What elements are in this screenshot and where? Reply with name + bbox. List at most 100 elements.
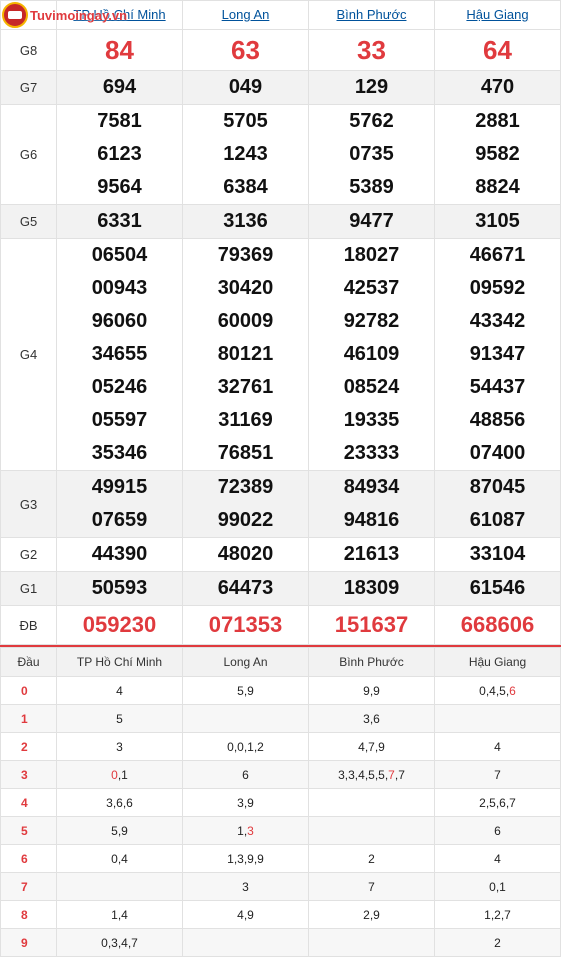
loto-tail-digits: ,1: [117, 767, 128, 782]
loto-head-digit: 1: [0, 704, 57, 733]
loto-tail-digits: 4: [494, 739, 501, 754]
prize-number: 8824: [475, 176, 520, 198]
loto-cell: 6: [434, 816, 561, 845]
prize-cell: 7581 6123 9564: [56, 104, 183, 205]
prize-label: ĐB: [0, 605, 57, 645]
prize-number: 18027: [343, 244, 400, 266]
prize-cell: 6331: [56, 204, 183, 239]
prize-number: 46671: [469, 244, 526, 266]
province-link-haugiang[interactable]: Hậu Giang: [466, 7, 528, 22]
prize-number: 84934: [343, 476, 400, 498]
prize-cell: 46671 09592 43342 91347 54437 48856 07400: [434, 238, 561, 471]
prize-cell: 50593: [56, 571, 183, 606]
loto-tail-digits: 3,3,4,5,5,: [338, 767, 389, 782]
prize-number: 33104: [469, 543, 526, 565]
loto-row: 9 0,3,4,7 2: [0, 928, 561, 957]
loto-cell: [308, 816, 435, 845]
loto-row: 8 1,4 4,9 2,9 1,2,7: [0, 900, 561, 929]
prize-number: 470: [480, 76, 515, 98]
prize-number: 151637: [334, 612, 409, 637]
loto-tail-digits: 0,1: [489, 879, 506, 894]
loto-head-digit: 0: [0, 676, 57, 705]
loto-cell: 0,1: [434, 872, 561, 901]
loto-tail-digits: ,7: [394, 767, 405, 782]
loto-tail-digits: 0: [111, 767, 118, 782]
logo-text: Tuvimoingay.vn: [30, 7, 128, 23]
loto-cell: 2: [308, 844, 435, 873]
prize-number: 7581: [97, 110, 142, 132]
prize-row-g4: G4 06504 00943 96060 34655 05246 05597 35346 793…: [0, 238, 561, 471]
prize-number: 21613: [343, 543, 400, 565]
prize-cell: 5705 1243 6384: [182, 104, 309, 205]
prize-number: 23333: [343, 442, 400, 464]
loto-tail-digits: 2,5,6,7: [479, 795, 516, 810]
prize-number: 35346: [91, 442, 148, 464]
loto-cell: 1,3,9,9: [182, 844, 309, 873]
province-header: Bình Phước: [308, 0, 435, 30]
loto-cell: 1,2,7: [434, 900, 561, 929]
prize-number: 46109: [343, 343, 400, 365]
prize-label: G5: [0, 204, 57, 239]
prize-number: 694: [102, 76, 137, 98]
prize-number: 6384: [223, 176, 268, 198]
loto-cell: 7: [434, 760, 561, 789]
prize-number: 76851: [217, 442, 274, 464]
prize-number: 129: [354, 76, 389, 98]
prize-number: 3136: [223, 210, 268, 232]
loto-row: 7 3 7 0,1: [0, 872, 561, 901]
prize-cell: 18027 42537 92782 46109 08524 19335 23333: [308, 238, 435, 471]
prize-number: 1243: [223, 143, 268, 165]
prize-cell: 48020: [182, 537, 309, 572]
loto-cell: 5,9: [56, 816, 183, 845]
prize-label: G8: [0, 29, 57, 71]
prize-number: 3105: [475, 210, 520, 232]
loto-tail-digits: 3,6,6: [106, 795, 133, 810]
prize-cell: 87045 61087: [434, 470, 561, 538]
prize-number: 9477: [349, 210, 394, 232]
prize-number: 63: [231, 35, 260, 65]
loto-tail-digits: 2: [368, 851, 375, 866]
prize-number: 32761: [217, 376, 274, 398]
loto-cell: 3,9: [182, 788, 309, 817]
prize-row-đb: ĐB 059230 071353 151637 668606: [0, 605, 561, 645]
loto-tail-digits: 3,6: [363, 711, 380, 726]
prize-cell: 63: [182, 29, 309, 71]
prize-number: 54437: [469, 376, 526, 398]
loto-tail-digits: 7: [368, 879, 375, 894]
loto-row: 0 4 5,9 9,9 0,4,5,6: [0, 676, 561, 705]
loto-row: 5 5,9 1,3 6: [0, 816, 561, 845]
loto-row: 6 0,4 1,3,9,9 2 4: [0, 844, 561, 873]
prize-number: 6331: [97, 210, 142, 232]
loto-header-province: TP Hồ Chí Minh: [56, 647, 183, 677]
loto-cell: 7: [308, 872, 435, 901]
loto-head-digit: 4: [0, 788, 57, 817]
prize-cell: 64473: [182, 571, 309, 606]
loto-cell: 3,6: [308, 704, 435, 733]
lottery-page: TP Hồ Chí Minh Long An Bình Phước Hậu Gi…: [0, 0, 561, 957]
loto-table: Đầu TP Hồ Chí Minh Long An Bình Phước Hậ…: [0, 647, 561, 957]
prize-number: 92782: [343, 310, 400, 332]
prize-number: 05246: [91, 376, 148, 398]
loto-cell: 4,7,9: [308, 732, 435, 761]
loto-cell: 0,0,1,2: [182, 732, 309, 761]
loto-cell: 3,3,4,5,5,7,7: [308, 760, 435, 789]
prize-number: 30420: [217, 277, 274, 299]
prize-cell: 49915 07659: [56, 470, 183, 538]
prize-number: 00943: [91, 277, 148, 299]
prize-cell: 44390: [56, 537, 183, 572]
province-link-longan[interactable]: Long An: [222, 7, 270, 22]
prize-label: G7: [0, 70, 57, 105]
loto-tail-digits: 6: [509, 683, 516, 698]
prize-number: 19335: [343, 409, 400, 431]
site-logo[interactable]: Tuvimoingay.vn: [2, 2, 127, 28]
loto-tail-digits: 4: [494, 851, 501, 866]
province-header: Long An: [182, 0, 309, 30]
prize-number: 96060: [91, 310, 148, 332]
prize-number: 48856: [469, 409, 526, 431]
prize-cell: 84934 94816: [308, 470, 435, 538]
loto-tail-digits: 1,2,7: [484, 907, 511, 922]
coin-logo-icon: [2, 2, 28, 28]
province-link-binhphuoc[interactable]: Bình Phước: [337, 7, 407, 22]
loto-cell: [56, 872, 183, 901]
prize-number: 42537: [343, 277, 400, 299]
